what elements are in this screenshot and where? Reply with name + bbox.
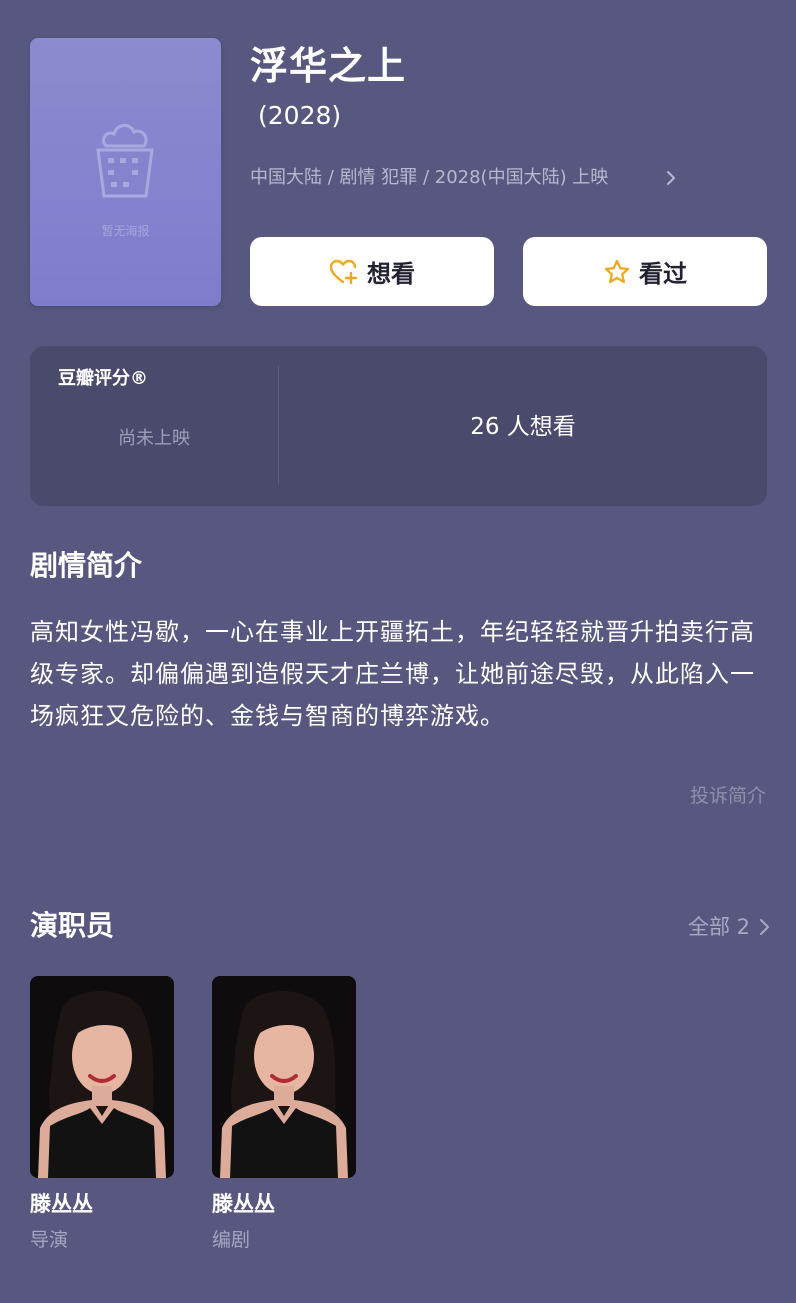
movie-meta[interactable]: 中国大陆 / 剧情 犯罪 / 2028(中国大陆) 上映 [250, 163, 608, 193]
chevron-right-icon[interactable] [757, 918, 771, 936]
want-to-watch-label: 想看 [367, 260, 415, 288]
synopsis-text: 高知女性冯歇，一心在事业上开疆拓土，年纪轻轻就晋升拍卖行高级专家。却偏偏遇到造假… [30, 618, 755, 730]
watched-button[interactable]: 看过 [523, 237, 767, 306]
cast-role: 导演 [30, 1229, 69, 1251]
movie-poster[interactable]: 暂无海报 [30, 38, 221, 306]
want-count[interactable]: 26 人想看 [279, 411, 767, 443]
douban-rating-label: 豆瓣评分® [58, 368, 148, 389]
poster-placeholder-text: 暂无海报 [101, 224, 150, 238]
want-to-watch-button[interactable]: 想看 [250, 237, 494, 306]
star-outline-icon [604, 259, 630, 283]
cast-portrait [30, 976, 174, 1178]
cast-name[interactable]: 滕丛丛 [30, 1189, 93, 1219]
report-synopsis-link[interactable]: 投诉简介 [600, 782, 766, 810]
heart-plus-icon [329, 259, 358, 284]
movie-title: 浮华之上 [250, 44, 407, 88]
cast-title: 演职员 [30, 909, 115, 942]
cast-photo[interactable] [30, 976, 174, 1178]
cast-portrait [212, 976, 356, 1178]
cast-all-link[interactable]: 全部 2 [660, 912, 750, 942]
cast-photo[interactable] [212, 976, 356, 1178]
popcorn-icon [96, 124, 154, 198]
synopsis-title: 剧情简介 [30, 549, 143, 582]
chevron-right-icon[interactable] [664, 170, 678, 186]
cast-role: 编剧 [212, 1229, 251, 1251]
watched-label: 看过 [639, 260, 687, 288]
rating-status: 尚未上映 [118, 428, 190, 449]
cast-name[interactable]: 滕丛丛 [212, 1189, 275, 1219]
rating-card: 豆瓣评分® 尚未上映 26 人想看 [30, 346, 767, 506]
movie-year: (2028) [258, 101, 342, 130]
